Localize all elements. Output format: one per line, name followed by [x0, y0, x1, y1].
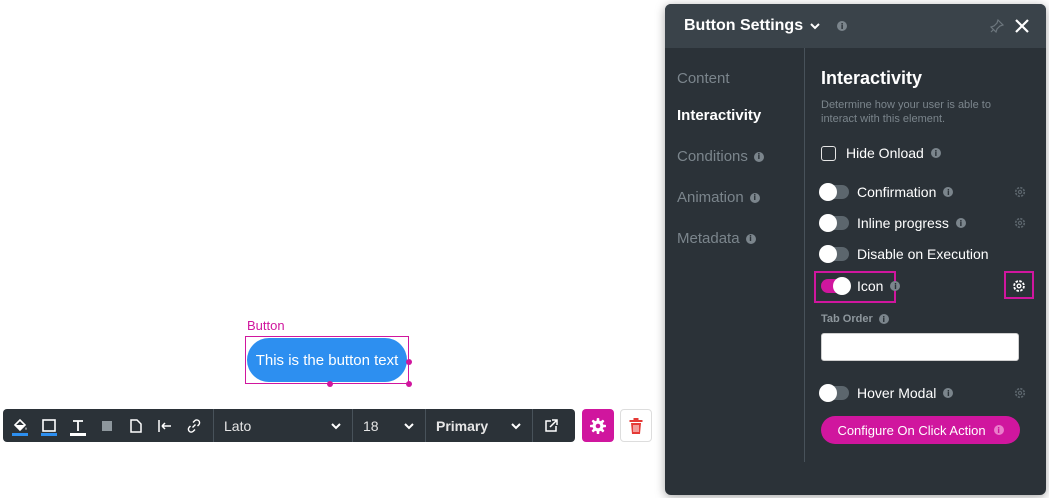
tab-order-input[interactable] — [821, 333, 1019, 361]
font-size-value: 18 — [363, 417, 379, 434]
font-family-select[interactable]: Lato — [214, 409, 352, 442]
tab-order-label-text: Tab Order — [821, 313, 873, 325]
chevron-down-icon — [511, 422, 521, 429]
close-icon[interactable] — [1014, 18, 1030, 34]
hide-onload-label: Hide Onload — [846, 145, 924, 161]
confirmation-settings-gear-icon[interactable] — [1013, 185, 1027, 199]
settings-nav: Content Interactivity Conditions i Anima… — [665, 48, 805, 462]
editor-canvas: Button This is the button text Lato 18 P… — [0, 0, 1049, 498]
element-type-label: Button — [247, 318, 285, 333]
border-color-indicator — [41, 433, 57, 436]
info-icon[interactable]: i — [745, 233, 756, 244]
link-button[interactable] — [179, 409, 208, 442]
border-color-button[interactable] — [34, 409, 63, 442]
align-left-button[interactable] — [150, 409, 179, 442]
page-corner-icon — [129, 418, 142, 433]
chevron-down-icon — [404, 422, 414, 429]
icon-label: Icon — [857, 278, 884, 294]
nav-item-label: Conditions — [677, 148, 748, 165]
hover-modal-label: Hover Modal — [857, 385, 937, 401]
nav-item-content[interactable]: Content — [677, 70, 730, 87]
chevron-down-icon — [331, 422, 341, 429]
hover-modal-row: Hover Modal i — [819, 382, 954, 404]
text-t-icon — [72, 419, 83, 431]
canvas-button-element[interactable]: This is the button text — [247, 338, 407, 382]
nav-item-label: Metadata — [677, 230, 740, 247]
open-external-button[interactable] — [533, 409, 568, 442]
resize-handle-bottom[interactable] — [327, 381, 333, 387]
disable-on-execution-row: Disable on Execution — [819, 243, 989, 265]
resize-handle-right[interactable] — [406, 359, 412, 365]
confirmation-row: Confirmation i — [819, 181, 954, 203]
chevron-down-icon[interactable] — [809, 20, 821, 32]
external-link-icon — [544, 418, 558, 432]
icon-settings-gear-icon[interactable] — [1011, 278, 1027, 294]
hide-onload-row[interactable]: Hide Onload i — [821, 142, 941, 164]
element-settings-button[interactable] — [582, 409, 614, 442]
info-icon[interactable]: i — [749, 192, 760, 203]
info-icon[interactable]: i — [930, 148, 941, 158]
nav-item-label: Interactivity — [677, 107, 762, 124]
disable-on-execution-label: Disable on Execution — [857, 246, 989, 262]
confirmation-label: Confirmation — [857, 184, 937, 200]
link-icon — [187, 418, 200, 433]
paint-bucket-icon — [13, 418, 26, 431]
pin-icon[interactable] — [990, 19, 1004, 33]
info-icon[interactable]: i — [993, 425, 1004, 435]
fill-color-indicator — [12, 433, 28, 436]
resize-handle-corner[interactable] — [406, 381, 412, 387]
nav-item-conditions[interactable]: Conditions i — [677, 148, 764, 165]
panel-header: Button Settings i — [665, 4, 1046, 48]
nav-item-animation[interactable]: Animation i — [677, 189, 760, 206]
inline-progress-settings-gear-icon[interactable] — [1013, 216, 1027, 230]
configure-button-label: Configure On Click Action — [837, 422, 986, 438]
info-icon[interactable]: i — [753, 151, 764, 162]
info-icon[interactable]: i — [955, 218, 966, 228]
icon-row: Icon i — [821, 275, 901, 297]
info-icon[interactable]: i — [878, 314, 889, 324]
nav-item-label: Content — [677, 70, 730, 87]
delete-element-button[interactable] — [620, 409, 652, 442]
gear-icon — [590, 417, 606, 434]
font-size-select[interactable]: 18 — [353, 409, 425, 442]
inline-progress-toggle[interactable] — [819, 214, 849, 232]
info-icon[interactable]: i — [943, 187, 954, 197]
section-description: Determine how your user is able to inter… — [821, 99, 991, 125]
inline-progress-row: Inline progress i — [819, 212, 966, 234]
panel-title[interactable]: Button Settings — [684, 17, 803, 35]
hide-onload-checkbox[interactable] — [821, 145, 836, 161]
info-icon[interactable]: i — [837, 21, 848, 31]
shadow-button[interactable] — [92, 409, 121, 442]
hover-modal-settings-gear-icon[interactable] — [1013, 386, 1027, 400]
filled-square-icon — [101, 420, 112, 431]
hover-modal-toggle[interactable] — [819, 384, 849, 402]
button-style-select[interactable]: Primary — [426, 409, 532, 442]
info-icon[interactable]: i — [943, 388, 954, 398]
fill-color-button[interactable] — [5, 409, 34, 442]
tab-order-label: Tab Order i — [821, 313, 889, 325]
corner-radius-button[interactable] — [121, 409, 150, 442]
nav-item-label: Animation — [677, 189, 744, 206]
confirmation-toggle[interactable] — [819, 183, 849, 201]
info-icon[interactable]: i — [890, 281, 901, 291]
button-style-value: Primary — [436, 417, 489, 434]
section-title: Interactivity — [821, 68, 923, 88]
inline-progress-label: Inline progress — [857, 215, 949, 231]
icon-toggle[interactable] — [821, 277, 851, 295]
configure-on-click-action-button[interactable]: Configure On Click Action i — [821, 416, 1020, 444]
trash-icon — [629, 417, 643, 434]
format-toolbar: Lato 18 Primary — [3, 409, 575, 442]
align-left-icon — [157, 419, 171, 432]
disable-on-execution-toggle[interactable] — [819, 245, 849, 263]
square-outline-icon — [41, 418, 56, 432]
button-settings-panel: Button Settings i Content Interactivity … — [665, 4, 1046, 495]
nav-item-interactivity[interactable]: Interactivity — [677, 107, 761, 124]
nav-item-metadata[interactable]: Metadata i — [677, 230, 756, 247]
font-family-value: Lato — [224, 417, 252, 434]
text-color-button[interactable] — [63, 409, 92, 442]
text-color-indicator — [70, 433, 86, 436]
